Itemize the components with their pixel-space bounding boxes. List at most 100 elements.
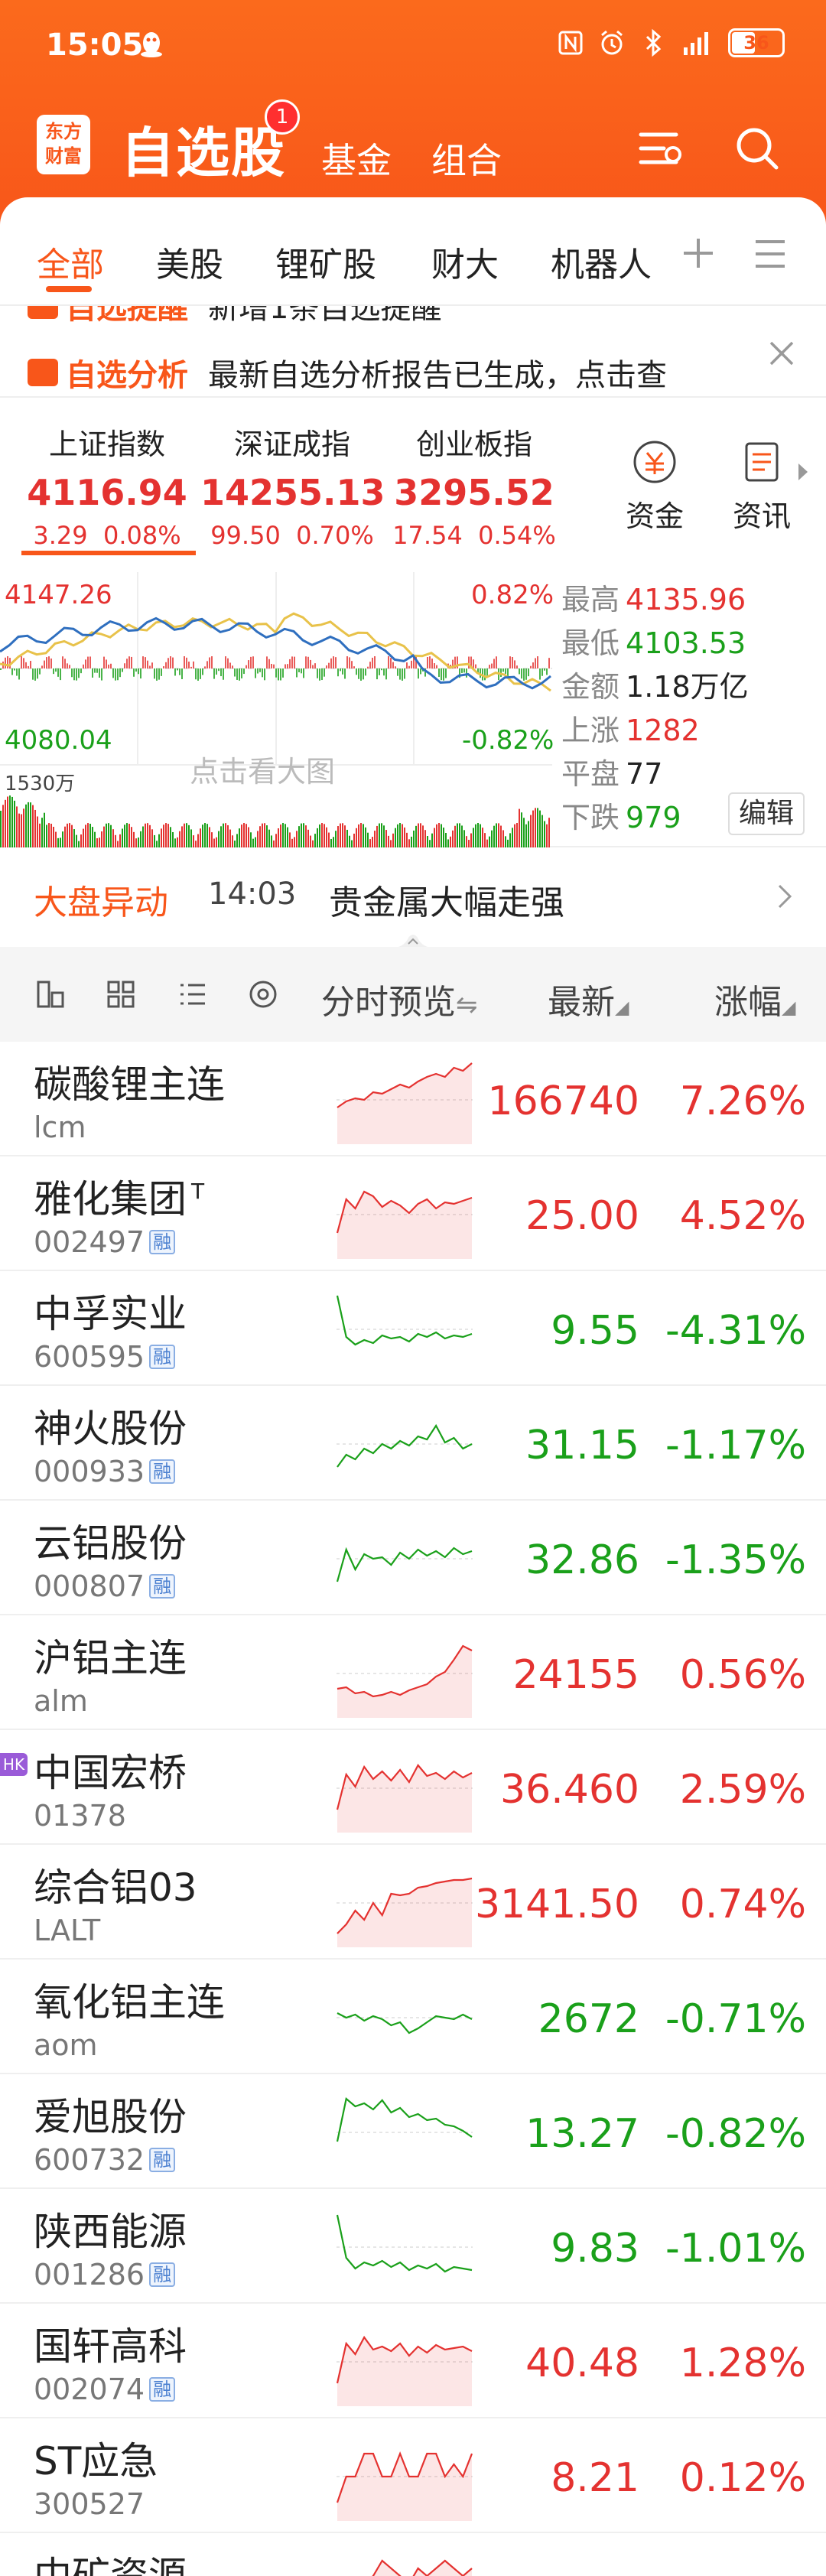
tile-view-icon[interactable] xyxy=(104,977,138,1011)
margin-trading-badge: 融 xyxy=(149,1345,176,1369)
margin-trading-badge: 融 xyxy=(149,1574,176,1599)
chevron-right-icon[interactable] xyxy=(795,460,811,483)
stock-change-pct: -4.31% xyxy=(665,1308,806,1354)
tab-portfolio[interactable]: 组合 xyxy=(431,133,502,184)
tab-all[interactable]: 全部 xyxy=(37,237,104,286)
stock-change-pct: -1.01% xyxy=(665,2226,806,2272)
stock-sparkline[interactable] xyxy=(337,1742,473,1833)
settings-filter-icon[interactable] xyxy=(632,121,687,176)
stock-flag: T xyxy=(191,1179,205,1205)
stock-code: alm xyxy=(34,1684,88,1718)
stock-row[interactable]: 云铝股份 000807 融 32.86 -1.35% xyxy=(0,1501,826,1615)
stock-row[interactable]: 沪铝主连 alm 24155 0.56% xyxy=(0,1615,826,1730)
chart-expand-hint[interactable]: 点击看大图 xyxy=(190,748,335,790)
app-logo[interactable]: 东方 财富 xyxy=(37,115,90,174)
stock-row[interactable]: ST应急 300527 8.21 0.12% xyxy=(0,2418,826,2533)
stock-change-pct: 0.74% xyxy=(679,1882,806,1927)
stock-sparkline[interactable] xyxy=(337,1054,473,1144)
stock-row[interactable]: 中矿资源 92.09 9.45% xyxy=(0,2533,826,2576)
stock-name: 神火股份 xyxy=(34,1407,187,1451)
index-intraday-chart[interactable]: 4147.26 0.82% 4080.04 -0.82% 1530万 点击看大图… xyxy=(0,572,826,847)
stock-name: 综合铝03 xyxy=(34,1865,197,1910)
app-header: 东方 财富 自选股 1 基金 组合 xyxy=(0,99,826,199)
index-shenzhen[interactable]: 深证成指 14255.13 99.50 0.70% xyxy=(200,421,385,550)
stock-change-pct: 4.52% xyxy=(679,1193,806,1239)
tab-lithium-stocks[interactable]: 锂矿股 xyxy=(275,237,376,286)
page-title-watchlist[interactable]: 自选股 xyxy=(121,110,286,187)
margin-trading-badge: 融 xyxy=(149,1459,176,1484)
stock-row[interactable]: 陕西能源 001286 融 9.83 -1.01% xyxy=(0,2189,826,2304)
nfc-icon xyxy=(558,31,583,55)
menu-icon[interactable] xyxy=(753,237,788,271)
stock-code: 600595 融 xyxy=(34,1340,176,1374)
chevron-right-icon[interactable] xyxy=(776,883,795,910)
stock-row[interactable]: 雅化集团 T 002497 融 25.00 4.52% xyxy=(0,1156,826,1271)
stock-price: 8.21 xyxy=(551,2455,639,2501)
margin-trading-badge: 融 xyxy=(149,1230,176,1254)
stock-sparkline[interactable] xyxy=(337,2431,473,2521)
stock-code: 01378 xyxy=(34,1799,126,1833)
target-icon[interactable] xyxy=(246,977,280,1011)
capital-flow-button[interactable]: 资金 xyxy=(616,437,693,535)
chart-volume-label: 1530万 xyxy=(5,772,76,795)
intraday-chart-canvas[interactable] xyxy=(0,572,552,847)
column-latest-price[interactable]: 最新◢ xyxy=(548,974,629,1023)
notice-banner[interactable]: 自选提醒 新增1条自选提醒 自选分析 最新自选分析报告已生成，点击查 xyxy=(0,306,826,398)
stock-sparkline[interactable] xyxy=(337,2201,473,2291)
stock-change-pct: 2.59% xyxy=(679,1767,806,1813)
margin-trading-badge: 融 xyxy=(149,2377,176,2402)
index-chinext[interactable]: 创业板指 3295.52 17.54 0.54% xyxy=(382,421,566,550)
stock-sparkline[interactable] xyxy=(337,1169,473,1259)
chart-high-price: 4147.26 xyxy=(5,580,112,610)
search-icon[interactable] xyxy=(730,121,785,176)
index-shanghai[interactable]: 上证指数 4116.94 3.29 0.08% xyxy=(15,421,199,550)
news-button[interactable]: 资讯 xyxy=(724,437,800,535)
notice-alert[interactable]: 自选提醒 新增1条自选提醒 xyxy=(28,306,441,327)
stock-row[interactable]: 神火股份 000933 融 31.15 -1.17% xyxy=(0,1386,826,1501)
stock-row[interactable]: 国轩高科 002074 融 40.48 1.28% xyxy=(0,2304,826,2418)
tab-robots[interactable]: 机器人 xyxy=(551,237,658,286)
stock-row[interactable]: 中孚实业 600595 融 9.55 -4.31% xyxy=(0,1271,826,1386)
stock-sparkline[interactable] xyxy=(337,1398,473,1488)
stock-sparkline[interactable] xyxy=(337,2545,473,2576)
margin-trading-badge: 融 xyxy=(149,2262,176,2287)
stock-sparkline[interactable] xyxy=(337,1628,473,1718)
category-tabs: 全部 美股 锂矿股 财大 机器人 xyxy=(0,197,826,306)
stat-high: 4135.96 xyxy=(626,583,746,616)
stock-row[interactable]: HK 中国宏桥 01378 36.460 2.59% xyxy=(0,1730,826,1845)
tab-caida[interactable]: 财大 xyxy=(431,237,499,286)
close-icon[interactable] xyxy=(765,337,798,370)
hk-market-badge: HK xyxy=(0,1753,28,1776)
stock-code: aom xyxy=(34,2028,98,2062)
edit-button[interactable]: 编辑 xyxy=(728,792,805,835)
stock-name: 陕西能源 xyxy=(34,2210,187,2254)
column-change-pct[interactable]: 涨幅◢ xyxy=(714,974,795,1023)
grid-view-toggle-icon[interactable] xyxy=(34,977,67,1011)
signal-5g-icon xyxy=(684,32,708,55)
alarm-icon xyxy=(601,30,623,55)
stock-price: 2672 xyxy=(538,1996,639,2042)
stock-sparkline[interactable] xyxy=(337,2316,473,2406)
stock-sparkline[interactable] xyxy=(337,1283,473,1374)
stock-row[interactable]: 综合铝03 LALT 3141.50 0.74% xyxy=(0,1845,826,1960)
main-content: 全部 美股 锂矿股 财大 机器人 自选提醒 新增1条自选提醒 自选分析 最新自选… xyxy=(0,197,826,2576)
market-movement-bar[interactable]: 大盘异动 14:03 贵金属大幅走强 xyxy=(0,847,826,948)
notification-badge: 1 xyxy=(265,99,300,135)
notice-analysis[interactable]: 自选分析 最新自选分析报告已生成，点击查 xyxy=(28,350,667,395)
stock-row[interactable]: 氧化铝主连 aom 2672 -0.71% xyxy=(0,1960,826,2074)
stock-price: 32.86 xyxy=(525,1537,639,1583)
stock-row[interactable]: 爱旭股份 600732 融 13.27 -0.82% xyxy=(0,2074,826,2189)
collapse-handle-icon[interactable] xyxy=(389,932,437,948)
stock-price: 13.27 xyxy=(525,2111,639,2157)
tab-fund[interactable]: 基金 xyxy=(321,133,392,184)
stock-row[interactable]: 碳酸锂主连 lcm 166740 7.26% xyxy=(0,1042,826,1156)
stock-sparkline[interactable] xyxy=(337,2086,473,2177)
stock-sparkline[interactable] xyxy=(337,1857,473,1947)
list-view-icon[interactable] xyxy=(176,977,210,1011)
tab-us-stocks[interactable]: 美股 xyxy=(156,237,223,286)
stock-sparkline[interactable] xyxy=(337,1513,473,1603)
stock-change-pct: 0.12% xyxy=(679,2455,806,2501)
stock-sparkline[interactable] xyxy=(337,1972,473,2062)
column-intraday-preview[interactable]: 分时预览⇋ xyxy=(321,974,478,1023)
add-group-icon[interactable] xyxy=(679,234,717,272)
